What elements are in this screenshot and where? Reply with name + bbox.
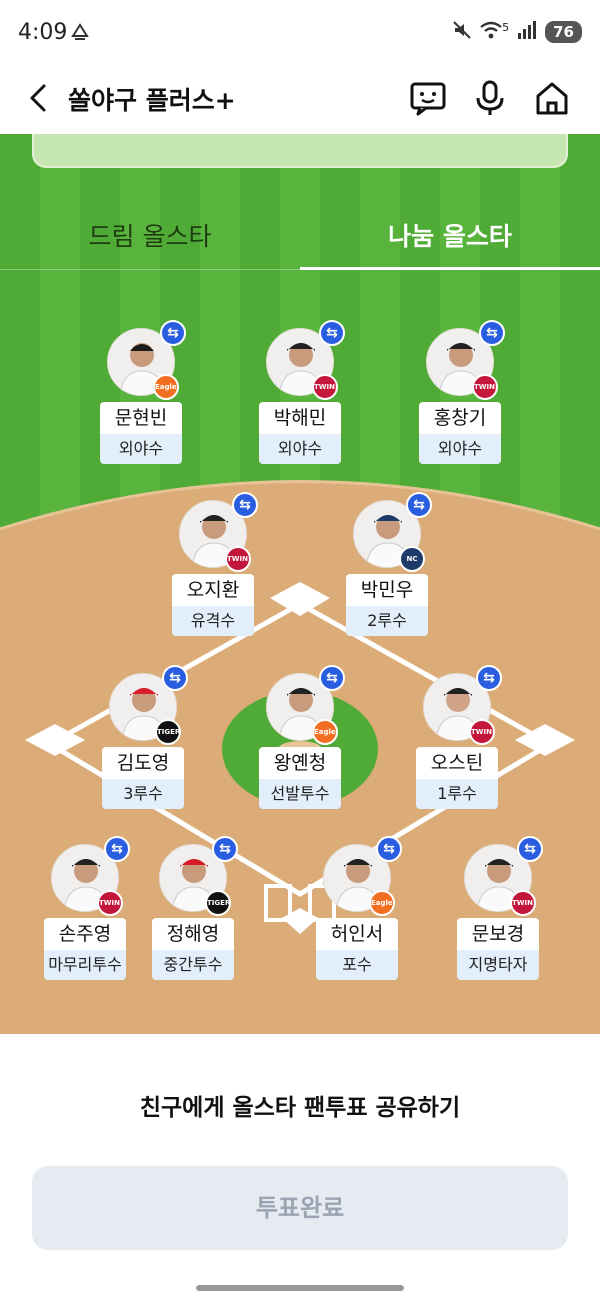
swap-icon[interactable]: ⇆ (104, 836, 130, 862)
vote-complete-button[interactable]: 투표완료 (32, 1166, 568, 1250)
page-title: 쏠야구 플러스+ (68, 86, 236, 115)
player-name: 정해영 (152, 918, 234, 950)
player-position: 3루수 (102, 779, 184, 809)
player-name: 손주영 (44, 918, 126, 950)
team-logo-icon: TIGERS (205, 890, 231, 916)
app-header: 쏠야구 플러스+ (0, 66, 600, 134)
player-position: 중간투수 (152, 950, 234, 980)
microphone-icon (476, 80, 504, 115)
swap-icon[interactable]: ⇆ (376, 836, 402, 862)
player-name: 오스틴 (416, 747, 498, 779)
mute-icon (452, 20, 472, 44)
player-name: 문보경 (457, 918, 539, 950)
team-logo-icon: TWINS (97, 890, 123, 916)
chat-bubble-icon (410, 82, 446, 116)
swap-icon[interactable]: ⇆ (319, 320, 345, 346)
tab-dream-allstar[interactable]: 드림 올스타 (0, 217, 300, 253)
status-bar: 4:09 5 76 (0, 0, 600, 66)
player-position: 포수 (316, 950, 398, 980)
player-name: 오지환 (172, 574, 254, 606)
status-icons: 5 76 (452, 20, 582, 44)
signal-label: 5 (502, 20, 510, 34)
swap-icon[interactable]: ⇆ (160, 320, 186, 346)
swap-icon[interactable]: ⇆ (319, 665, 345, 691)
player-position: 외야수 (419, 434, 501, 464)
team-logo-icon: TWINS (469, 719, 495, 745)
tab-nanum-allstar[interactable]: 나눔 올스타 (300, 217, 600, 253)
chevron-left-icon (30, 84, 46, 112)
player-position: 선발투수 (259, 779, 341, 809)
info-card-bottom (32, 134, 568, 168)
status-time: 4:09 (18, 20, 68, 45)
signal-icon (517, 21, 537, 43)
player-name: 문현빈 (100, 402, 182, 434)
back-button[interactable] (22, 80, 58, 116)
swap-icon[interactable]: ⇆ (162, 665, 188, 691)
team-logo-icon: Eagles (369, 890, 395, 916)
home-button[interactable] (530, 76, 574, 120)
wifi-icon (480, 21, 502, 43)
player-position: 2루수 (346, 606, 428, 636)
team-logo-icon: TWINS (312, 374, 338, 400)
team-logo-icon: TWINS (225, 546, 251, 572)
player-position: 외야수 (100, 434, 182, 464)
player-position: 1루수 (416, 779, 498, 809)
app-notification-icon (70, 22, 90, 46)
home-icon (536, 82, 568, 115)
battery-indicator: 76 (545, 21, 582, 43)
swap-icon[interactable]: ⇆ (232, 492, 258, 518)
player-name: 왕옌청 (259, 747, 341, 779)
swap-icon[interactable]: ⇆ (517, 836, 543, 862)
swap-icon[interactable]: ⇆ (406, 492, 432, 518)
player-name: 홍창기 (419, 402, 501, 434)
swap-icon[interactable]: ⇆ (479, 320, 505, 346)
share-link[interactable]: 친구에게 올스타 팬투표 공유하기 (0, 1088, 600, 1122)
player-position: 유격수 (172, 606, 254, 636)
team-logo-icon: NC (399, 546, 425, 572)
player-position: 지명타자 (457, 950, 539, 980)
chat-button[interactable] (406, 76, 450, 120)
active-tab-underline (300, 267, 600, 270)
team-logo-icon: Eagles (312, 719, 338, 745)
team-logo-icon: Eagles (153, 374, 179, 400)
microphone-button[interactable] (468, 76, 512, 120)
swap-icon[interactable]: ⇆ (476, 665, 502, 691)
player-name: 김도영 (102, 747, 184, 779)
baseball-field: 드림 올스타 나눔 올스타 ⇆ Eagles 문현빈 외야수 ⇆ TWINS 박… (0, 134, 600, 1034)
home-indicator[interactable] (196, 1285, 404, 1291)
player-position: 외야수 (259, 434, 341, 464)
player-position: 마무리투수 (44, 950, 126, 980)
swap-icon[interactable]: ⇆ (212, 836, 238, 862)
player-name: 박민우 (346, 574, 428, 606)
player-name: 허인서 (316, 918, 398, 950)
player-name: 박해민 (259, 402, 341, 434)
team-logo-icon: TWINS (510, 890, 536, 916)
team-logo-icon: TIGERS (155, 719, 181, 745)
team-logo-icon: TWINS (472, 374, 498, 400)
